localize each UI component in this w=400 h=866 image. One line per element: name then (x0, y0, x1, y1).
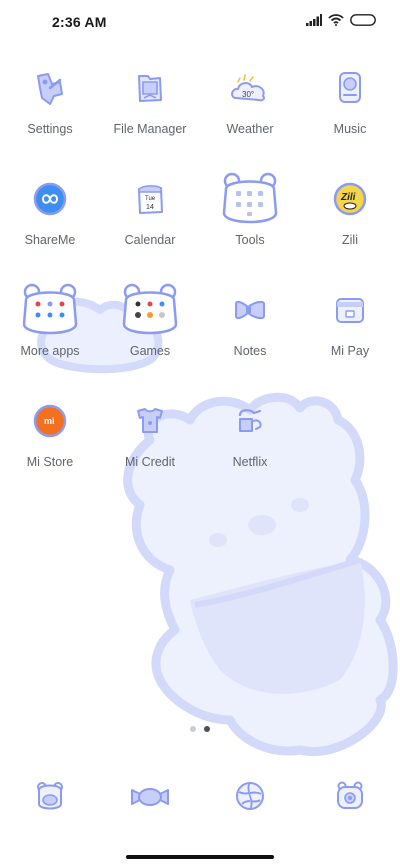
camera-icon (337, 781, 363, 809)
app-file-manager[interactable]: File Manager (100, 62, 200, 173)
signal-icon (306, 14, 322, 26)
page-indicator[interactable] (0, 726, 400, 732)
dock-phone[interactable] (0, 770, 100, 822)
settings-icon (37, 73, 63, 105)
calendar-day: Tue (145, 196, 156, 202)
app-mi-pay[interactable]: Mi Pay (300, 284, 400, 395)
games-folder-icon (122, 283, 178, 335)
music-icon (339, 72, 361, 103)
weather-icon: 30° (231, 74, 266, 102)
app-label: ShareMe (24, 233, 76, 247)
tools-folder-icon (222, 172, 278, 224)
app-label: More apps (20, 344, 80, 358)
status-bar: 2:36 AM (0, 0, 400, 44)
dock-camera[interactable] (300, 770, 400, 822)
app-label: Mi Credit (124, 455, 175, 469)
mi-logo-text: mi (44, 416, 55, 426)
app-zili[interactable]: Zili Zili (300, 173, 400, 284)
calendar-date: 14 (146, 204, 154, 211)
zili-icon: Zili (333, 182, 367, 216)
app-label: Mi Store (26, 455, 74, 469)
mi-pay-icon (336, 298, 364, 323)
dock (0, 770, 400, 822)
mi-store-icon: mi (33, 404, 67, 438)
app-label: Weather (226, 122, 274, 136)
app-netflix[interactable]: Netflix (200, 395, 300, 506)
app-mi-store[interactable]: mi Mi Store (0, 395, 100, 506)
messages-candy-icon (131, 788, 169, 806)
app-label: Notes (233, 344, 267, 358)
calendar-icon: Tue 14 (138, 185, 163, 214)
battery-icon (350, 14, 376, 26)
folder-games[interactable]: Games (100, 283, 200, 395)
dock-browser[interactable] (200, 770, 300, 822)
mi-credit-icon (137, 408, 163, 433)
status-time: 2:36 AM (52, 14, 107, 30)
app-label: File Manager (113, 122, 187, 136)
app-label: Tools (235, 233, 265, 247)
folder-tools[interactable]: Tools (200, 172, 300, 284)
app-label: Mi Pay (330, 344, 370, 358)
netflix-icon (238, 409, 262, 432)
app-grid: Settings File Manager 30° Weather Music … (0, 62, 400, 506)
dock-messages[interactable] (100, 770, 200, 822)
page-dot-1[interactable] (190, 726, 196, 732)
browser-icon (236, 782, 264, 810)
app-label: Settings (27, 122, 73, 136)
app-shareme[interactable]: ShareMe (0, 173, 100, 284)
folder-icon (138, 75, 162, 102)
app-mi-credit[interactable]: Mi Credit (100, 395, 200, 506)
folder-more-apps[interactable]: More apps (0, 283, 100, 395)
wifi-icon (328, 14, 344, 26)
app-calendar[interactable]: Tue 14 Calendar (100, 173, 200, 284)
shareme-icon (33, 182, 67, 216)
app-notes[interactable]: Notes (200, 284, 300, 395)
app-label: Games (129, 344, 171, 358)
app-label: Calendar (124, 233, 176, 247)
app-label: Music (333, 122, 367, 136)
app-music[interactable]: Music (300, 62, 400, 173)
app-settings[interactable]: Settings (0, 62, 100, 173)
app-label: Netflix (232, 455, 268, 469)
app-label: Zili (342, 233, 358, 247)
phone-bear-icon (37, 782, 63, 810)
zili-logo-text: Zili (340, 192, 356, 203)
home-indicator[interactable] (126, 855, 274, 859)
more-apps-folder-icon (22, 283, 78, 335)
weather-temp: 30° (242, 90, 254, 99)
status-icons (306, 14, 376, 26)
notes-icon (235, 300, 265, 320)
app-weather[interactable]: 30° Weather (200, 62, 300, 173)
page-dot-2[interactable] (204, 726, 210, 732)
